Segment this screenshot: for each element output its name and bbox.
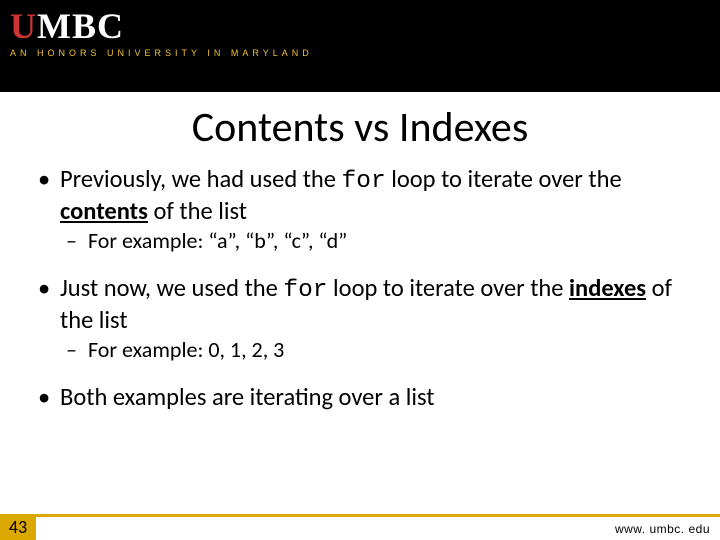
sub-bullet-item: For example: 0, 1, 2, 3 — [42, 337, 692, 363]
bullet-text: of the list — [148, 196, 247, 226]
slide-body: Previously, we had used the for loop to … — [0, 165, 720, 411]
bullet-item: Both examples are iterating over a list — [42, 383, 692, 412]
bullet-item: Previously, we had used the for loop to … — [42, 165, 692, 226]
emphasis: indexes — [569, 273, 646, 303]
logo-letter-b: B — [72, 8, 95, 44]
logo-letter-c: C — [97, 8, 122, 44]
bullet-item: Just now, we used the for loop to iterat… — [42, 274, 692, 335]
bullet-text: loop to iterate over the — [328, 273, 570, 303]
emphasis: contents — [60, 196, 148, 226]
sub-bullet-text: For example: “a”, “b”, “c”, “d” — [88, 227, 347, 254]
logo: UMBC — [10, 8, 720, 44]
code-span: for — [283, 277, 327, 304]
bullet-text: Both examples are iterating over a list — [60, 382, 435, 412]
header-band: UMBC AN HONORS UNIVERSITY IN MARYLAND — [0, 0, 720, 92]
bullet-text: loop to iterate over the — [386, 164, 622, 194]
code-span: for — [342, 168, 386, 195]
logo-letter-u: U — [10, 8, 35, 44]
footer-url: www. umbc. edu — [615, 522, 710, 536]
slide-title: Contents vs Indexes — [0, 102, 720, 153]
sub-bullet-item: For example: “a”, “b”, “c”, “d” — [42, 228, 692, 254]
page-number: 43 — [0, 514, 36, 540]
logo-tagline: AN HONORS UNIVERSITY IN MARYLAND — [10, 48, 720, 58]
bullet-text: Just now, we used the — [60, 273, 283, 303]
bullet-text: Previously, we had used the — [60, 164, 342, 194]
footer: 43 www. umbc. edu — [0, 514, 720, 540]
logo-letter-m: M — [37, 8, 70, 44]
sub-bullet-text: For example: 0, 1, 2, 3 — [88, 336, 284, 363]
